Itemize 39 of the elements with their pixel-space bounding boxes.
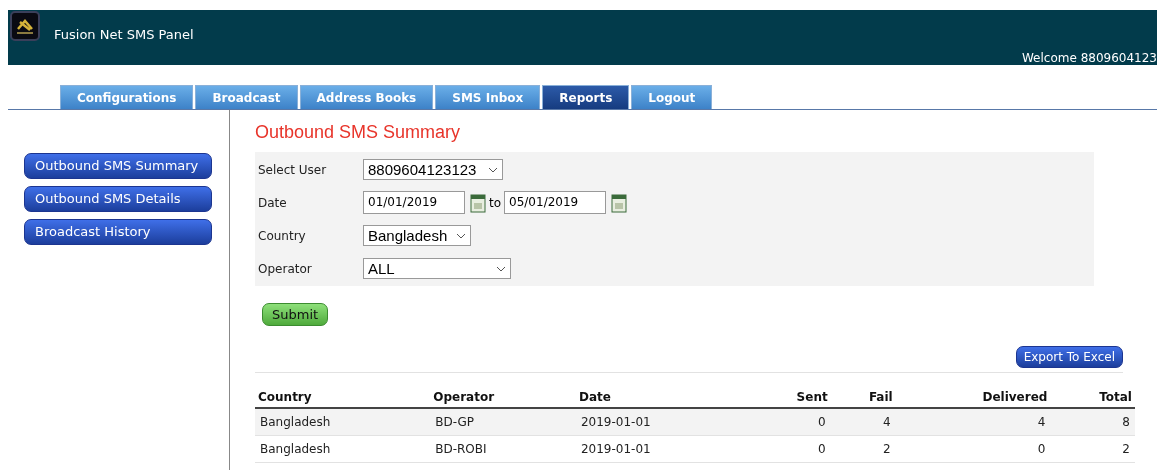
chevron-icon: [496, 265, 506, 272]
welcome-text: Welcome 8809604123: [1021, 51, 1157, 65]
table-cell: BD-ROBI: [430, 435, 576, 463]
sidebar-button[interactable]: Outbound SMS Details: [24, 186, 212, 212]
table-cell: 4: [830, 408, 896, 436]
page-title: Outbound SMS Summary: [255, 122, 462, 144]
select-field[interactable]: 8809604123123: [363, 159, 503, 180]
sidebar-button[interactable]: Outbound SMS Summary: [24, 153, 212, 179]
table-cell: 4: [895, 408, 1051, 436]
date-input[interactable]: 05/01/2019: [504, 191, 607, 214]
date-input[interactable]: 01/01/2019: [363, 191, 465, 214]
logo-icon: [10, 11, 40, 41]
table-cell: 2019-01-01: [575, 408, 750, 436]
table-cell: 2: [1050, 435, 1135, 463]
submit-button[interactable]: Submit: [262, 303, 329, 326]
table-cell: 2019-01-01: [575, 435, 750, 463]
table-cell: 2: [830, 435, 896, 463]
field-label: Operator: [258, 261, 313, 276]
field-label: Date: [258, 195, 288, 210]
separator-text: to: [489, 195, 502, 210]
export-button[interactable]: Export To Excel: [1015, 346, 1123, 368]
table-cell: Bangladesh: [255, 435, 431, 463]
app-title: Fusion Net SMS Panel: [54, 27, 194, 42]
field-label: Select User: [258, 162, 328, 177]
table-cell: Bangladesh: [255, 408, 431, 436]
select-field[interactable]: ALL: [363, 258, 511, 279]
calendar-icon[interactable]: [470, 192, 486, 213]
chevron-icon: [456, 232, 466, 239]
chevron-icon: [488, 166, 498, 173]
table-cell: 0: [749, 435, 831, 463]
calendar-icon[interactable]: [611, 192, 628, 213]
field-label: Country: [258, 228, 307, 243]
table-cell: 0: [749, 408, 831, 436]
select-field[interactable]: Bangladesh: [363, 225, 471, 246]
table-cell: 0: [895, 435, 1051, 463]
sidebar-button[interactable]: Broadcast History: [24, 219, 212, 245]
table-cell: BD-GP: [430, 408, 576, 436]
table-cell: 8: [1050, 408, 1135, 436]
nav-tab[interactable]: Reports: [542, 85, 630, 109]
